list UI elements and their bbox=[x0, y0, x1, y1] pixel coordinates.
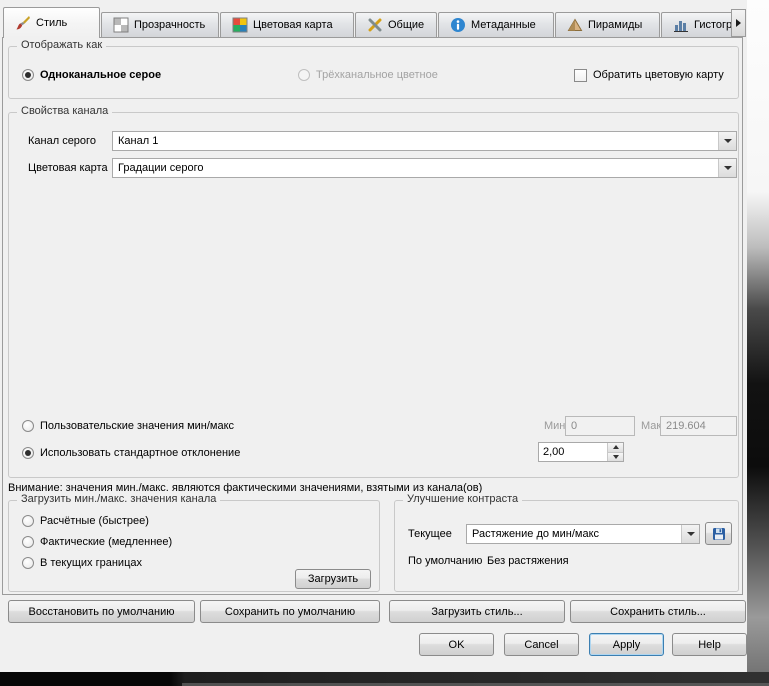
tab-label: Стиль bbox=[36, 17, 67, 29]
radio-three-band-color: Трёхканальное цветное bbox=[298, 67, 438, 83]
radio-use-stddev[interactable]: Использовать стандартное отклонение bbox=[22, 445, 240, 461]
tab-transparency[interactable]: Прозрачность bbox=[101, 12, 219, 37]
combo-value: Градации серого bbox=[113, 162, 718, 174]
tab-label: Гистограмма bbox=[694, 19, 731, 31]
colormap-combobox[interactable]: Градации серого bbox=[112, 158, 737, 178]
contrast-default-value: Без растяжения bbox=[487, 553, 569, 569]
help-button[interactable]: Help bbox=[672, 633, 747, 656]
contrast-current-label: Текущее bbox=[408, 524, 452, 544]
radio-label: Одноканальное серое bbox=[40, 69, 161, 81]
radio-single-band-gray[interactable]: Одноканальное серое bbox=[22, 67, 161, 83]
spinbox-value: 2,00 bbox=[539, 443, 607, 461]
combo-dropdown-button[interactable] bbox=[718, 159, 736, 177]
combo-dropdown-button[interactable] bbox=[718, 132, 736, 150]
checkbox-label: Обратить цветовую карту bbox=[593, 69, 724, 81]
arrow-down-icon bbox=[613, 455, 619, 459]
tab-metadata[interactable]: Метаданные bbox=[438, 12, 554, 37]
tab-label: Общие bbox=[388, 19, 424, 31]
group-title: Отображать как bbox=[17, 39, 106, 51]
crossed-tools-icon bbox=[367, 17, 383, 33]
radio-unchecked-icon bbox=[22, 515, 34, 527]
contrast-combobox[interactable]: Растяжение до мин/макс bbox=[466, 524, 700, 544]
radio-checked-icon bbox=[22, 69, 34, 81]
chevron-down-icon bbox=[724, 166, 732, 170]
tab-label: Метаданные bbox=[471, 19, 536, 31]
checkbox-icon bbox=[574, 69, 587, 82]
spin-up-button[interactable] bbox=[608, 443, 623, 452]
combo-value: Растяжение до мин/макс bbox=[467, 528, 681, 540]
save-style-button[interactable]: Сохранить стиль... bbox=[570, 600, 746, 623]
arrow-up-icon bbox=[613, 445, 619, 449]
save-contrast-button[interactable] bbox=[705, 522, 732, 545]
save-default-style-button[interactable]: Сохранить по умолчанию bbox=[200, 600, 380, 623]
gray-band-label: Канал серого bbox=[28, 131, 96, 151]
radio-actual[interactable]: Фактические (медленнее) bbox=[22, 534, 172, 550]
floppy-disk-icon bbox=[711, 526, 727, 542]
min-value: 0 bbox=[571, 420, 577, 432]
contrast-default-label: По умолчанию bbox=[408, 553, 482, 569]
radio-unchecked-icon bbox=[22, 536, 34, 548]
radio-label: Фактические (медленнее) bbox=[40, 536, 172, 548]
screen: Стиль Прозрачность Цветовая карта Общие bbox=[0, 0, 769, 686]
radio-label: Пользовательские значения мин/макс bbox=[40, 420, 234, 432]
combo-value: Канал 1 bbox=[113, 135, 718, 147]
arrow-right-icon bbox=[736, 19, 741, 27]
tab-style[interactable]: Стиль bbox=[3, 7, 100, 38]
chevron-down-icon bbox=[724, 139, 732, 143]
tab-pyramids[interactable]: Пирамиды bbox=[555, 12, 660, 37]
min-input: 0 bbox=[565, 416, 635, 436]
checkbox-invert-colormap[interactable]: Обратить цветовую карту bbox=[574, 67, 724, 83]
max-input: 219.604 bbox=[660, 416, 737, 436]
checkerboard-icon bbox=[113, 17, 129, 33]
radio-label: Трёхканальное цветное bbox=[316, 69, 438, 81]
tab-colormap[interactable]: Цветовая карта bbox=[220, 12, 354, 37]
radio-disabled-icon bbox=[298, 69, 310, 81]
paintbrush-icon bbox=[15, 15, 31, 31]
radio-label: Использовать стандартное отклонение bbox=[40, 447, 240, 459]
group-title: Улучшение контраста bbox=[403, 493, 522, 505]
group-title: Загрузить мин./макс. значения канала bbox=[17, 493, 220, 505]
tab-label: Пирамиды bbox=[588, 19, 642, 31]
tab-label: Цветовая карта bbox=[253, 19, 333, 31]
chevron-down-icon bbox=[687, 532, 695, 536]
radio-label: Расчётные (быстрее) bbox=[40, 515, 149, 527]
ok-button[interactable]: OK bbox=[419, 633, 494, 656]
pyramid-icon bbox=[567, 17, 583, 33]
spin-down-button[interactable] bbox=[608, 452, 623, 462]
radio-unchecked-icon bbox=[22, 420, 34, 432]
color-grid-icon bbox=[232, 17, 248, 33]
load-style-button[interactable]: Загрузить стиль... bbox=[389, 600, 565, 623]
max-value: 219.604 bbox=[666, 420, 706, 432]
min-label: Мин bbox=[544, 416, 565, 436]
cancel-button[interactable]: Cancel bbox=[504, 633, 579, 656]
radio-unchecked-icon bbox=[22, 557, 34, 569]
load-button[interactable]: Загрузить bbox=[295, 569, 371, 589]
tab-label: Прозрачность bbox=[134, 19, 205, 31]
info-icon bbox=[450, 17, 466, 33]
radio-label: В текущих границах bbox=[40, 557, 142, 569]
group-title: Свойства канала bbox=[17, 105, 112, 117]
group-contrast-enhancement: Улучшение контраста bbox=[394, 500, 739, 592]
histogram-icon bbox=[673, 17, 689, 33]
tab-general[interactable]: Общие bbox=[355, 12, 437, 37]
colormap-label: Цветовая карта bbox=[28, 158, 108, 178]
apply-button[interactable]: Apply bbox=[589, 633, 664, 656]
spinbox-arrows bbox=[607, 443, 623, 461]
tab-histogram[interactable]: Гистограмма bbox=[661, 12, 731, 37]
stddev-spinbox[interactable]: 2,00 bbox=[538, 442, 624, 462]
tab-bar: Стиль Прозрачность Цветовая карта Общие bbox=[3, 7, 731, 38]
radio-custom-minmax[interactable]: Пользовательские значения мин/макс bbox=[22, 418, 234, 434]
radio-estimate[interactable]: Расчётные (быстрее) bbox=[22, 513, 149, 529]
raster-properties-dialog: Стиль Прозрачность Цветовая карта Общие bbox=[0, 0, 747, 672]
combo-dropdown-button[interactable] bbox=[681, 525, 699, 543]
radio-current-extent[interactable]: В текущих границах bbox=[22, 555, 142, 571]
tab-scroll-right-button[interactable] bbox=[731, 9, 746, 37]
gray-band-combobox[interactable]: Канал 1 bbox=[112, 131, 737, 151]
radio-checked-icon bbox=[22, 447, 34, 459]
background-right-strip bbox=[747, 0, 769, 686]
restore-default-style-button[interactable]: Восстановить по умолчанию bbox=[8, 600, 195, 623]
background-bottom-strip bbox=[0, 672, 769, 686]
